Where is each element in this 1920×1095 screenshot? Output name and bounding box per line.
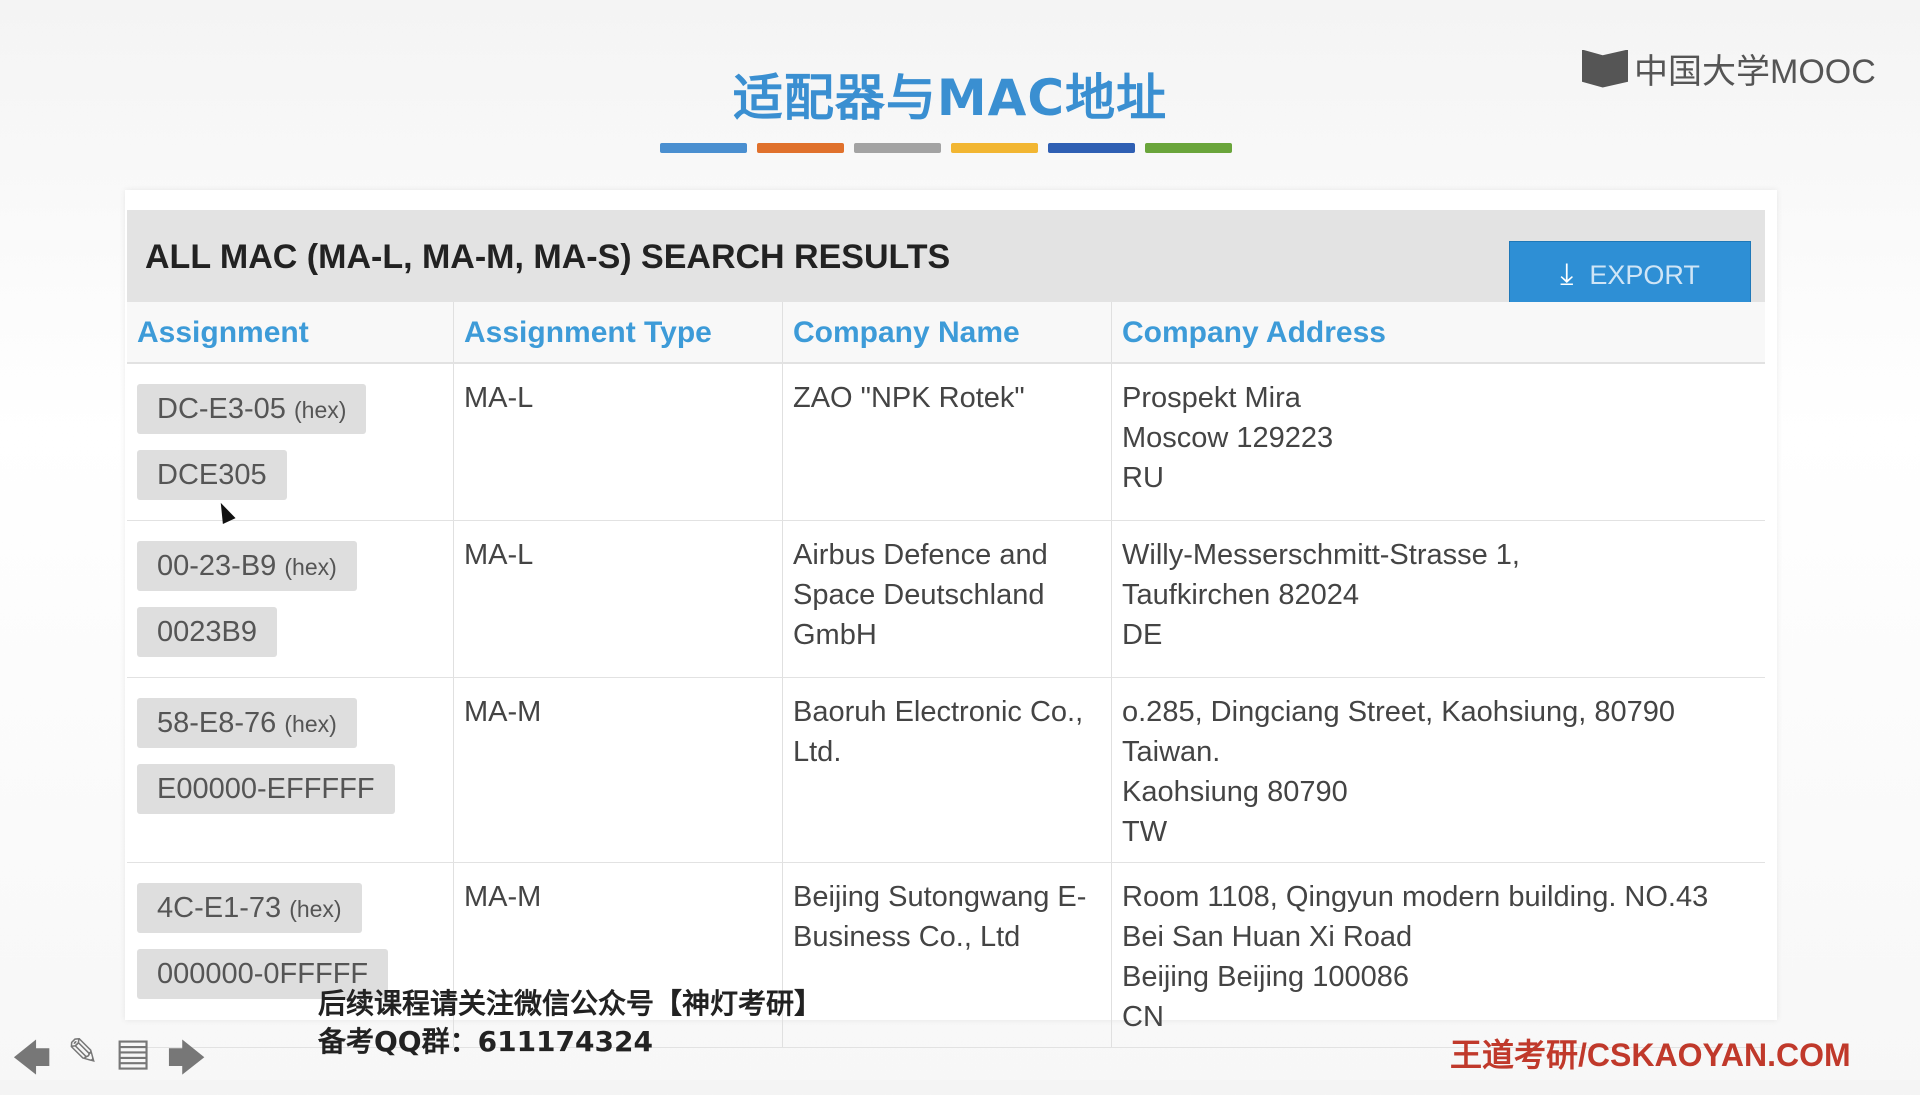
table-row: DC-E3-05 (hex) DCE305 MA-L ZAO "NPK Rote…: [127, 363, 1765, 521]
footer-brand: 王道考研/CSKAOYAN.COM: [1450, 1037, 1851, 1073]
results-table: Assignment Assignment Type Company Name …: [127, 302, 1765, 1048]
hex-assignment-chip[interactable]: 4C-E1-73 (hex): [137, 883, 362, 933]
company-name-cell: Baoruh Electronic Co., Ltd.: [782, 677, 1112, 863]
column-header-company-name[interactable]: Company Name: [782, 302, 1112, 364]
hex-assignment-chip[interactable]: 00-23-B9 (hex): [137, 541, 357, 591]
footer-notice: 后续课程请关注微信公众号【神灯考研】 备考QQ群：611174324: [318, 985, 822, 1061]
base16-assignment-chip[interactable]: 0023B9: [137, 607, 277, 657]
assignment-type-cell: MA-L: [453, 363, 783, 521]
hex-value: 00-23-B9: [157, 550, 277, 582]
address-line: TW: [1122, 816, 1168, 848]
mooc-logo: 中国大学MOOC: [1582, 44, 1876, 93]
slide-nav: 🡄 ✎ ▤ 🡆: [12, 1030, 206, 1095]
color-segment: [660, 143, 747, 153]
color-segment: [1048, 143, 1135, 153]
address-line: Taiwan.: [1122, 736, 1221, 768]
company-name-line: Business Co., Ltd: [793, 921, 1021, 953]
hex-assignment-chip[interactable]: DC-E3-05 (hex): [137, 384, 367, 434]
hex-value: 58-E8-76: [157, 707, 277, 739]
table-header-row: Assignment Assignment Type Company Name …: [127, 302, 1765, 364]
pen-icon[interactable]: ✎: [67, 1030, 99, 1095]
company-name-line: Beijing Sutongwang E-: [793, 881, 1087, 913]
color-segment: [757, 143, 844, 153]
base16-assignment-chip[interactable]: DCE305: [137, 450, 287, 500]
company-address-cell: o.285, Dingciang Street, Kaohsiung, 8079…: [1111, 677, 1765, 863]
address-line: o.285, Dingciang Street, Kaohsiung, 8079…: [1122, 696, 1676, 728]
color-segment: [854, 143, 941, 153]
menu-icon[interactable]: ▤: [115, 1030, 151, 1095]
prev-arrow-icon[interactable]: 🡄: [12, 1030, 51, 1095]
address-line: Kaohsiung 80790: [1122, 776, 1348, 808]
export-label: EXPORT: [1589, 259, 1700, 290]
export-button[interactable]: ⤓ EXPORT: [1509, 241, 1751, 309]
address-line: Room 1108, Qingyun modern building. NO.4…: [1122, 881, 1709, 913]
address-line: Taufkirchen 82024: [1122, 579, 1359, 611]
notice-line-1: 后续课程请关注微信公众号【神灯考研】: [318, 987, 823, 1020]
company-address-cell: Prospekt Mira Moscow 129223 RU: [1111, 363, 1765, 521]
company-name-line: Baoruh Electronic Co.,: [793, 696, 1084, 728]
logo-text: 中国大学MOOC: [1634, 53, 1876, 91]
hex-suffix: (hex): [284, 711, 337, 737]
company-name-line: Airbus Defence and: [793, 539, 1048, 571]
company-name-line: Ltd.: [793, 736, 842, 768]
color-segment: [1145, 143, 1232, 153]
column-header-assignment-type[interactable]: Assignment Type: [453, 302, 783, 364]
company-name-line: ZAO "NPK Rotek": [793, 382, 1025, 414]
address-line: Bei San Huan Xi Road: [1122, 921, 1413, 953]
color-divider: [660, 143, 1232, 153]
column-header-assignment[interactable]: Assignment: [127, 302, 454, 364]
company-name-line: GmbH: [793, 619, 877, 651]
assignment-cell: 00-23-B9 (hex) 0023B9: [127, 520, 454, 678]
company-name-line: Space Deutschland: [793, 579, 1045, 611]
address-line: Prospekt Mira: [1122, 382, 1301, 414]
company-name-cell: ZAO "NPK Rotek": [782, 363, 1112, 521]
company-address-cell: Room 1108, Qingyun modern building. NO.4…: [1111, 862, 1765, 1048]
assignment-cell: 58-E8-76 (hex) E00000-EFFFFF: [127, 677, 454, 863]
assignment-cell: DC-E3-05 (hex) DCE305: [127, 363, 454, 521]
base16-assignment-chip[interactable]: E00000-EFFFFF: [137, 764, 395, 814]
address-line: Moscow 129223: [1122, 422, 1334, 454]
address-line: Beijing Beijing 100086: [1122, 961, 1409, 993]
company-address-cell: Willy-Messerschmitt-Strasse 1, Taufkirche…: [1111, 520, 1765, 678]
notice-line-2: 备考QQ群：611174324: [318, 1025, 653, 1058]
panel-header: ALL MAC (MA-L, MA-M, MA-S) SEARCH RESULT…: [127, 210, 1765, 309]
download-icon: ⤓: [1560, 258, 1574, 291]
book-icon: [1582, 49, 1628, 88]
table-row: 58-E8-76 (hex) E00000-EFFFFF MA-M Baoruh…: [127, 677, 1765, 863]
address-line: RU: [1122, 462, 1164, 494]
assignment-type-cell: MA-L: [453, 520, 783, 678]
search-results-panel: ALL MAC (MA-L, MA-M, MA-S) SEARCH RESULT…: [125, 190, 1777, 1048]
color-segment: [951, 143, 1038, 153]
company-name-cell: Airbus Defence and Space Deutschland GmbH: [782, 520, 1112, 678]
hex-value: 4C-E1-73: [157, 892, 282, 924]
assignment-type-cell: MA-M: [453, 677, 783, 863]
next-arrow-icon[interactable]: 🡆: [167, 1030, 206, 1095]
hex-suffix: (hex): [294, 397, 347, 423]
results-heading: ALL MAC (MA-L, MA-M, MA-S) SEARCH RESULT…: [145, 238, 951, 276]
column-header-company-address[interactable]: Company Address: [1111, 302, 1765, 364]
company-name-cell: Beijing Sutongwang E- Business Co., Ltd: [782, 862, 1112, 1048]
hex-suffix: (hex): [289, 896, 342, 922]
table-row: 00-23-B9 (hex) 0023B9 MA-L Airbus Defenc…: [127, 520, 1765, 678]
hex-value: DC-E3-05: [157, 393, 286, 425]
address-line: DE: [1122, 619, 1163, 651]
hex-suffix: (hex): [284, 554, 337, 580]
address-line: Willy-Messerschmitt-Strasse 1,: [1122, 539, 1520, 571]
hex-assignment-chip[interactable]: 58-E8-76 (hex): [137, 698, 357, 748]
